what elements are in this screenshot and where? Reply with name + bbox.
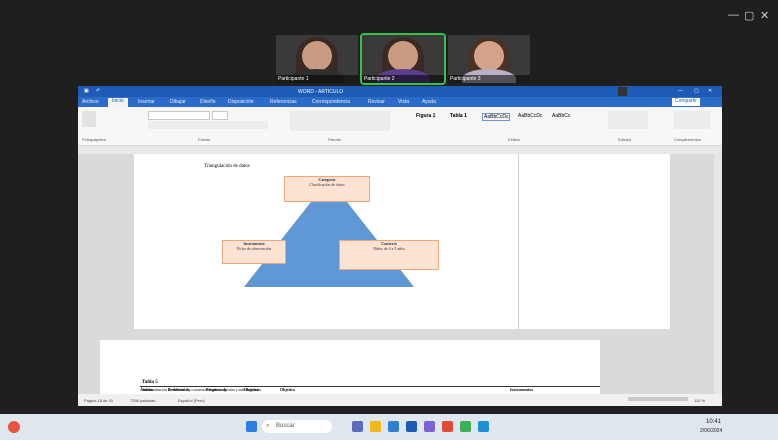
tab-disposicion[interactable]: Disposición <box>228 99 254 105</box>
context-box[interactable]: Contexto Niños de 4 a 5 años <box>339 240 439 270</box>
language: Español (Perú) <box>178 398 205 403</box>
diagram-heading: Triangulación de datos <box>204 164 250 169</box>
instrument-text: Ficha de observación <box>237 246 271 251</box>
group-label: Portapapeles <box>82 137 106 142</box>
group-label: Párrafo <box>328 137 342 142</box>
category-box[interactable]: Categoría Clasificación de datos <box>284 176 370 202</box>
tab-correspondencia[interactable]: Correspondencia <box>312 99 350 105</box>
group-label: Complementos <box>674 137 701 142</box>
zoom-slider[interactable] <box>628 397 688 401</box>
tab-archivo[interactable]: Archivo <box>82 99 99 105</box>
tab-revisar[interactable]: Revisar <box>368 99 385 105</box>
title-bar: ▣ ↶ WORD - ARTICULO — ▢ ✕ <box>78 86 722 97</box>
taskbar: ⌕ Buscar 10:41 2/06/2024 <box>0 414 778 440</box>
word-window: ▣ ↶ WORD - ARTICULO — ▢ ✕ Archivo Inicio… <box>78 86 722 406</box>
paste-icon[interactable] <box>82 111 96 127</box>
ribbon-tabs: Archivo Inicio Insertar Dibujar Diseño D… <box>78 97 722 107</box>
table-title: Tabla 5 <box>142 380 158 385</box>
category-text: Clasificación de datos <box>309 182 345 187</box>
app-icon[interactable] <box>442 421 453 432</box>
word-count: 7256 palabras <box>130 398 156 403</box>
file-explorer-icon[interactable] <box>370 421 381 432</box>
participant-name: Participante 1 <box>276 75 358 83</box>
maximize-button[interactable]: ▢ <box>744 9 754 22</box>
margin-line <box>518 154 519 329</box>
participant-tile[interactable]: Participante 1 <box>276 35 358 83</box>
word-icon[interactable] <box>406 421 417 432</box>
style-nospacing[interactable]: AaBbCcDc <box>518 113 542 119</box>
font-name-select[interactable] <box>148 111 210 120</box>
group-label: Fuente <box>198 137 211 142</box>
tab-insertar[interactable]: Insertar <box>138 99 155 105</box>
style-normal[interactable]: AaBbCcDc <box>482 113 511 121</box>
participant-name: Participante 3 <box>448 75 530 83</box>
tab-dibujar[interactable]: Dibujar <box>170 99 186 105</box>
minimize-button[interactable]: — <box>728 9 739 21</box>
group-label: Edición <box>618 137 632 142</box>
style-figura[interactable]: Figura 1 <box>416 113 435 119</box>
start-icon[interactable] <box>246 421 257 432</box>
participant-name: Participante 2 <box>362 75 444 83</box>
task-view-icon[interactable] <box>352 421 363 432</box>
close-button[interactable]: ✕ <box>760 9 769 22</box>
tab-diseno[interactable]: Diseño <box>200 99 216 105</box>
editing-buttons[interactable] <box>608 111 648 129</box>
tab-referencias[interactable]: Referencias <box>270 99 297 105</box>
ruler[interactable] <box>78 146 722 154</box>
page: Triangulación de datos Categoría Clasifi… <box>134 154 670 329</box>
table-header-cell: Objetivo <box>244 387 259 392</box>
status-bar: Página 18 de 31 7256 palabras Español (P… <box>78 394 722 406</box>
zoom-level: 110 % <box>694 398 706 403</box>
weather-icon[interactable] <box>8 421 20 433</box>
save-icon[interactable]: ▣ <box>84 88 89 94</box>
table-header-cell: Ámbito <box>140 387 153 392</box>
table-header-cell: Objetivo <box>280 387 295 392</box>
search-label: Buscar <box>276 423 295 429</box>
edge-icon[interactable] <box>478 421 489 432</box>
browser-icon[interactable] <box>388 421 399 432</box>
window-minimize-icon[interactable]: — <box>678 88 683 94</box>
font-size-select[interactable] <box>212 111 228 120</box>
instrument-box[interactable]: Instrumento Ficha de observación <box>222 240 286 264</box>
tab-ayuda[interactable]: Ayuda <box>422 99 436 105</box>
window-close-icon[interactable]: ✕ <box>708 88 712 94</box>
table-header-cell: Problema de <box>168 387 190 392</box>
search-box[interactable]: ⌕ Buscar <box>262 420 332 433</box>
group-label: Estilos <box>508 137 520 142</box>
style-tabla[interactable]: Tabla 1 <box>450 113 467 119</box>
undo-icon[interactable]: ↶ <box>96 88 100 94</box>
style-heading[interactable]: AaBbCc <box>552 113 570 119</box>
participant-tile[interactable]: Participante 3 <box>448 35 530 83</box>
page-count: Página 18 de 31 <box>84 398 114 403</box>
context-text: Niños de 4 a 5 años <box>373 246 405 251</box>
paragraph-buttons[interactable] <box>290 111 390 131</box>
font-format-buttons[interactable] <box>148 121 268 129</box>
ribbon: Figura 1 Tabla 1 AaBbCcDc AaBbCcDc AaBbC… <box>78 107 722 146</box>
addins-button[interactable] <box>674 111 710 129</box>
tab-inicio[interactable]: Inicio <box>108 98 128 107</box>
table-header-cell: Instrumentos <box>510 387 533 392</box>
window-maximize-icon[interactable]: ▢ <box>694 88 699 94</box>
teams-icon[interactable] <box>424 421 435 432</box>
document-area: Triangulación de datos Categoría Clasifi… <box>78 154 722 394</box>
clock-time[interactable]: 10:41 <box>706 419 721 425</box>
clock-date: 2/06/2024 <box>700 428 723 434</box>
avatar[interactable] <box>618 87 627 96</box>
tab-vista[interactable]: Vista <box>398 99 409 105</box>
participant-tile-active[interactable]: Participante 2 <box>360 33 446 85</box>
vertical-scrollbar[interactable] <box>714 154 722 394</box>
table-header-cell: Pregunta de <box>206 387 227 392</box>
chrome-icon[interactable] <box>460 421 471 432</box>
share-button[interactable]: Compartir <box>672 98 700 106</box>
search-icon: ⌕ <box>266 423 270 429</box>
document-title: WORD - ARTICULO <box>298 89 344 95</box>
